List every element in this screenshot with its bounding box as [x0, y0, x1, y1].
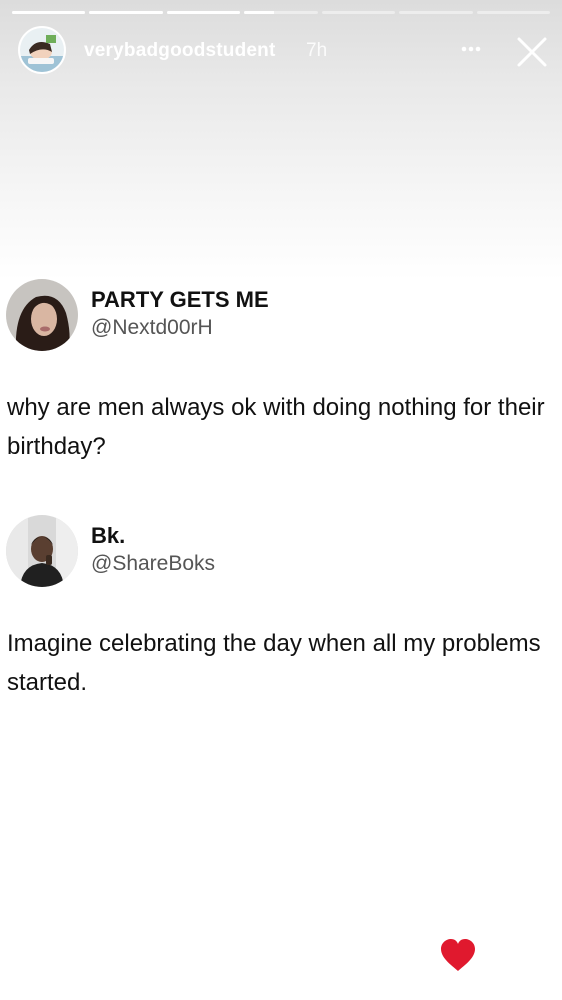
progress-segment: [321, 11, 396, 14]
close-icon: [517, 37, 547, 67]
tweet-text: Imagine celebrating the day when all my …: [7, 630, 541, 696]
story-timestamp: 7h: [306, 40, 328, 61]
tweet-author-name: Bk.: [91, 523, 126, 548]
progress-segment: [12, 11, 86, 14]
progress-segment: [89, 11, 163, 14]
progress-segment: [244, 11, 318, 14]
more-horizontal-icon: [461, 46, 481, 52]
tweet-text: why are men always ok with doing nothing…: [7, 394, 545, 460]
like-button[interactable]: [438, 936, 478, 974]
story-progress-bar: [12, 11, 550, 14]
story-user-avatar[interactable]: [18, 26, 66, 74]
progress-segment: [166, 11, 241, 14]
tweet-author-name: PARTY GETS ME: [91, 287, 269, 312]
progress-segment: [476, 11, 550, 14]
tweet-author-handle: @ShareBoks: [91, 552, 216, 575]
progress-segment: [399, 11, 473, 14]
heart-icon: [441, 939, 475, 971]
story-header: verybadgoodstudent 7h: [16, 26, 547, 76]
close-button[interactable]: [514, 34, 550, 70]
story-username[interactable]: verybadgoodstudent: [84, 40, 276, 62]
more-options-button[interactable]: [456, 34, 486, 64]
tweet-avatar: [6, 279, 78, 351]
tweet-avatar: [6, 515, 78, 587]
tweet-author-handle: @Nextd00rH: [91, 316, 213, 339]
